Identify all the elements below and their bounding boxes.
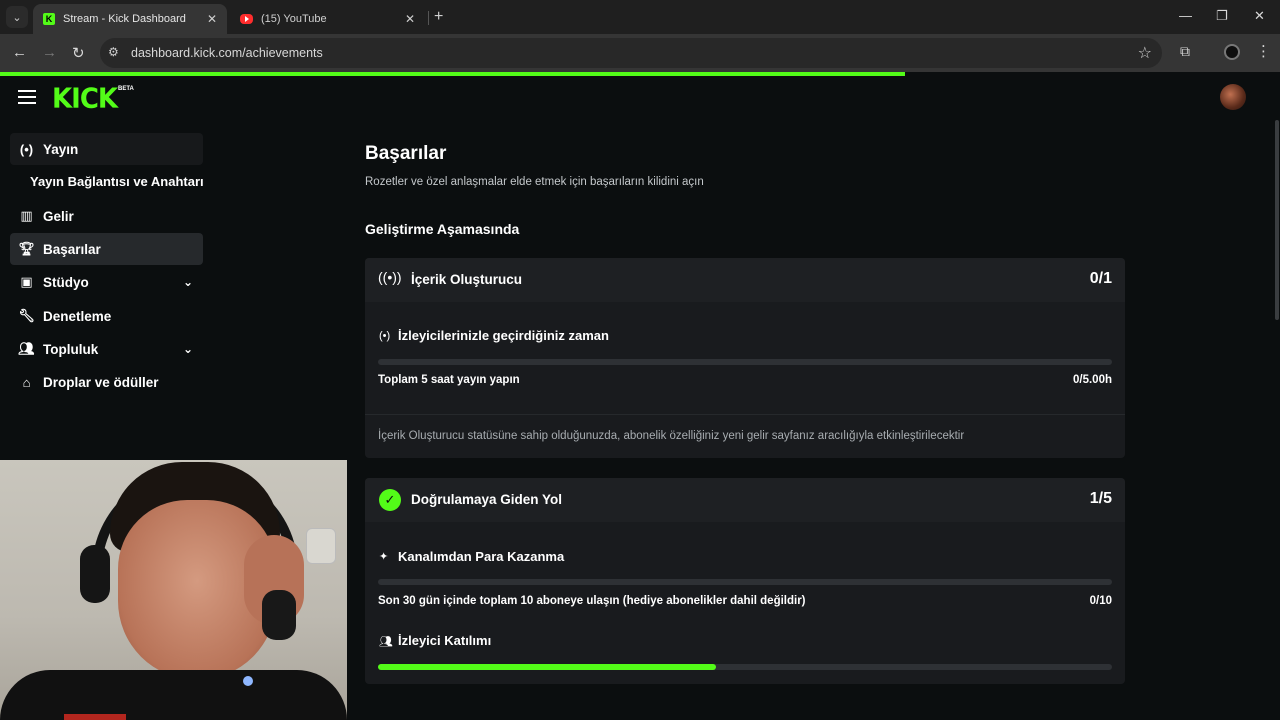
users-icon: 👥︎	[18, 341, 35, 356]
browser-tabbar: ⌄ K Stream - Kick Dashboard ✕ (15) YouTu…	[0, 0, 1280, 34]
sidebar-item-gelir[interactable]: ▥ Gelir	[10, 200, 203, 232]
sidebar-item-yayin[interactable]: (•) Yayın	[10, 133, 203, 165]
profile-avatar[interactable]	[1224, 44, 1240, 60]
trophy-icon: 🏆︎	[18, 241, 35, 256]
back-button[interactable]: ←	[12, 44, 27, 61]
url-text[interactable]: dashboard.kick.com/achievements	[131, 46, 323, 60]
section-title: Geliştirme Aşamasında	[365, 221, 520, 237]
browser-tab-youtube[interactable]: (15) YouTube ✕	[230, 4, 425, 34]
progress-fill	[378, 664, 716, 670]
page-load-progress	[0, 72, 905, 76]
sidebar-item-label: Yayın	[43, 141, 79, 157]
extensions-icon[interactable]: ⧉	[1180, 43, 1190, 60]
sparkle-icon: ✦	[379, 551, 389, 563]
sidebar-item-denetleme[interactable]: 🔧︎ Denetleme	[10, 300, 203, 332]
chevron-down-icon[interactable]: ⌄	[183, 342, 203, 356]
progress-track	[378, 579, 1112, 585]
new-tab-button[interactable]: +	[434, 8, 443, 26]
card-header[interactable]: ((•)) İçerik Oluşturucu 0/1	[365, 258, 1125, 302]
broadcast-icon: (•)	[19, 141, 34, 157]
sidebar-item-basarilar[interactable]: 🏆︎ Başarılar	[10, 233, 203, 265]
headphone-cup-left	[80, 545, 110, 603]
card-title: İçerik Oluşturucu	[411, 272, 523, 287]
close-icon[interactable]: ✕	[405, 12, 415, 26]
sidebar-item-topluluk[interactable]: 👥︎ Topluluk ⌄	[10, 333, 203, 365]
tab-search-button[interactable]: ⌄	[6, 6, 28, 28]
achievement-card-verification: ✓ Doğrulamaya Giden Yol 1/5 ✦ Kanalımdan…	[365, 478, 1125, 684]
achievement-title: İzleyici Katılımı	[398, 633, 492, 648]
youtube-icon	[240, 14, 253, 24]
browser-toolbar: ← → ↻ ⚙ dashboard.kick.com/achievements …	[0, 34, 1280, 72]
menu-icon[interactable]	[18, 90, 36, 104]
sidebar-item-label: Başarılar	[43, 241, 101, 257]
sidebar-item-studyo[interactable]: ▣ Stüdyo ⌄	[10, 266, 203, 298]
requirement-text: Toplam 5 saat yayın yapın	[378, 374, 520, 386]
sidebar-item-label: Topluluk	[43, 341, 99, 357]
bookmark-star-icon[interactable]: ☆	[1138, 43, 1152, 63]
close-window-button[interactable]: ✕	[1254, 8, 1265, 24]
user-avatar[interactable]	[1220, 84, 1246, 110]
sidebar-item-label: Gelir	[43, 208, 74, 224]
wrench-icon: 🔧︎	[18, 308, 35, 323]
broadcast-icon: (•)	[379, 330, 391, 342]
mic-light	[243, 676, 253, 686]
page-scrollbar[interactable]	[1275, 120, 1279, 320]
card-title: Doğrulamaya Giden Yol	[411, 492, 563, 507]
progress-track	[378, 664, 1112, 670]
requirement-value: 0/10	[1089, 595, 1112, 607]
cake-icon: ⌂	[22, 374, 31, 390]
card-progress-count: 0/1	[1089, 270, 1112, 287]
verified-badge-icon: ✓	[379, 489, 401, 511]
sidebar-subitem-stream-key[interactable]: Yayın Bağlantısı ve Anahtarı	[30, 174, 204, 189]
reload-button[interactable]: ↻	[72, 44, 85, 62]
kick-icon: K	[43, 13, 55, 25]
requirement-text: Son 30 gün içinde toplam 10 aboneye ulaş…	[378, 595, 806, 607]
webcam-overlay-strip	[64, 714, 126, 720]
beta-badge: BETA	[118, 86, 134, 92]
tab-title: Stream - Kick Dashboard	[63, 13, 186, 25]
card-progress-count: 1/5	[1089, 490, 1112, 507]
streamer-shirt	[0, 670, 347, 720]
headphone-cup-right	[262, 590, 296, 640]
requirement-value: 0/5.00h	[1073, 374, 1112, 386]
address-bar[interactable]: ⚙ dashboard.kick.com/achievements ☆	[100, 38, 1162, 68]
achievement-title: Kanalımdan Para Kazanma	[398, 549, 565, 564]
wall-socket	[306, 528, 336, 564]
browser-tab-kick[interactable]: K Stream - Kick Dashboard ✕	[33, 4, 227, 34]
forward-button[interactable]: →	[42, 44, 57, 61]
kick-logo[interactable]: KICK	[52, 83, 118, 115]
tab-divider	[428, 11, 429, 25]
page-title: Başarılar	[365, 143, 447, 164]
film-icon: ▣	[20, 274, 33, 289]
broadcast-icon: ((•))	[378, 269, 402, 285]
restore-button[interactable]: ❐	[1216, 8, 1228, 24]
sidebar-item-label: Droplar ve ödüller	[43, 374, 159, 390]
site-info-icon[interactable]: ⚙	[108, 45, 119, 59]
minimize-button[interactable]: —	[1179, 8, 1192, 23]
card-header[interactable]: ✓ Doğrulamaya Giden Yol 1/5	[365, 478, 1125, 522]
card-divider	[365, 414, 1125, 415]
close-icon[interactable]: ✕	[207, 12, 217, 26]
achievement-card-content-creator: ((•)) İçerik Oluşturucu 0/1 (•) İzleyici…	[365, 258, 1125, 458]
page-subtitle: Rozetler ve özel anlaşmalar elde etmek i…	[365, 176, 704, 188]
users-icon: 👥︎	[379, 636, 393, 648]
sidebar-item-droplar[interactable]: ⌂ Droplar ve ödüller	[10, 366, 203, 398]
bar-chart-icon: ▥	[20, 208, 33, 223]
browser-menu-icon[interactable]: ⋮	[1256, 42, 1271, 60]
tab-title: (15) YouTube	[261, 13, 327, 25]
progress-track	[378, 359, 1112, 365]
achievement-title: İzleyicilerinizle geçirdiğiniz zaman	[398, 328, 609, 343]
card-footer-note: İçerik Oluşturucu statüsüne sahip olduğu…	[378, 430, 965, 442]
sidebar-item-label: Stüdyo	[43, 274, 89, 290]
chevron-down-icon[interactable]: ⌄	[183, 275, 203, 289]
sidebar-item-label: Denetleme	[43, 308, 112, 324]
